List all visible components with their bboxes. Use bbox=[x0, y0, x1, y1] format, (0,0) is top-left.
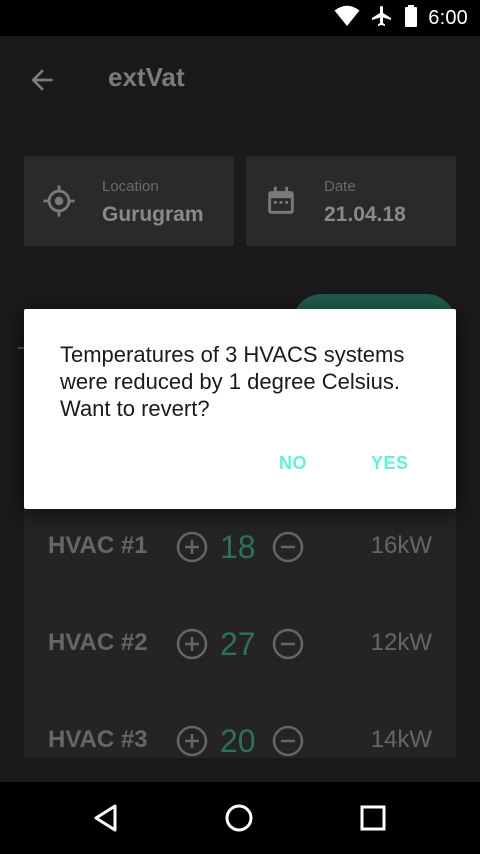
hvac-power: 16kW bbox=[370, 532, 432, 559]
hvac-row: HVAC #3 20 14kW bbox=[24, 712, 456, 772]
date-label: Date bbox=[324, 178, 356, 195]
hvac-name: HVAC #3 bbox=[48, 726, 148, 753]
hvac-row: HVAC #2 27 12kW bbox=[24, 615, 456, 675]
increase-temp-button[interactable] bbox=[176, 628, 208, 660]
revert-dialog: Temperatures of 3 HVACS systems were red… bbox=[24, 309, 456, 509]
status-bar: 6:00 bbox=[0, 0, 480, 36]
decrease-temp-button[interactable] bbox=[272, 628, 304, 660]
hvac-row: HVAC #1 18 16kW bbox=[24, 518, 456, 578]
plus-circle-icon bbox=[176, 725, 208, 757]
nav-home-button[interactable] bbox=[223, 802, 255, 834]
hvac-power: 12kW bbox=[370, 629, 432, 656]
nav-recents-button[interactable] bbox=[357, 802, 389, 834]
location-label: Location bbox=[102, 178, 159, 195]
hvac-temp: 27 bbox=[220, 626, 256, 662]
plus-circle-icon bbox=[176, 628, 208, 660]
back-button[interactable] bbox=[26, 64, 58, 96]
navigation-bar bbox=[0, 782, 480, 854]
arrow-back-icon bbox=[31, 69, 53, 91]
location-value: Gurugram bbox=[102, 203, 204, 226]
minus-circle-icon bbox=[272, 531, 304, 563]
nav-back-button[interactable] bbox=[90, 802, 122, 834]
plus-circle-icon bbox=[176, 531, 208, 563]
increase-temp-button[interactable] bbox=[176, 531, 208, 563]
location-card[interactable]: Location Gurugram bbox=[24, 156, 234, 246]
gps-target-icon bbox=[42, 184, 76, 218]
battery-icon bbox=[404, 4, 418, 33]
decrease-temp-button[interactable] bbox=[272, 531, 304, 563]
hvac-list: HVAC #1 18 16kW HVAC #2 27 12kW HVAC #3 bbox=[24, 466, 456, 759]
home-circle-icon bbox=[225, 804, 253, 832]
airplane-icon bbox=[370, 4, 394, 33]
app-title: extVat bbox=[108, 62, 185, 92]
no-button[interactable]: NO bbox=[279, 453, 307, 474]
increase-temp-button[interactable] bbox=[176, 725, 208, 757]
status-time: 6:00 bbox=[428, 6, 468, 29]
dialog-message: Temperatures of 3 HVACS systems were red… bbox=[60, 342, 405, 421]
back-triangle-icon bbox=[94, 804, 117, 832]
hvac-temp: 18 bbox=[220, 529, 256, 565]
minus-circle-icon bbox=[272, 725, 304, 757]
decrease-temp-button[interactable] bbox=[272, 725, 304, 757]
date-value: 21.04.18 bbox=[324, 203, 406, 226]
recents-square-icon bbox=[360, 805, 386, 831]
yes-button[interactable]: YES bbox=[371, 453, 409, 474]
date-card[interactable]: Date 21.04.18 bbox=[246, 156, 456, 246]
hvac-power: 14kW bbox=[370, 726, 432, 753]
wifi-icon bbox=[334, 5, 360, 32]
hvac-name: HVAC #2 bbox=[48, 629, 148, 656]
toolbar: extVat bbox=[0, 36, 480, 120]
hvac-name: HVAC #1 bbox=[48, 532, 148, 559]
minus-circle-icon bbox=[272, 628, 304, 660]
calendar-icon bbox=[264, 184, 298, 218]
status-icons: 6:00 bbox=[334, 4, 468, 33]
hvac-temp: 20 bbox=[220, 723, 256, 759]
